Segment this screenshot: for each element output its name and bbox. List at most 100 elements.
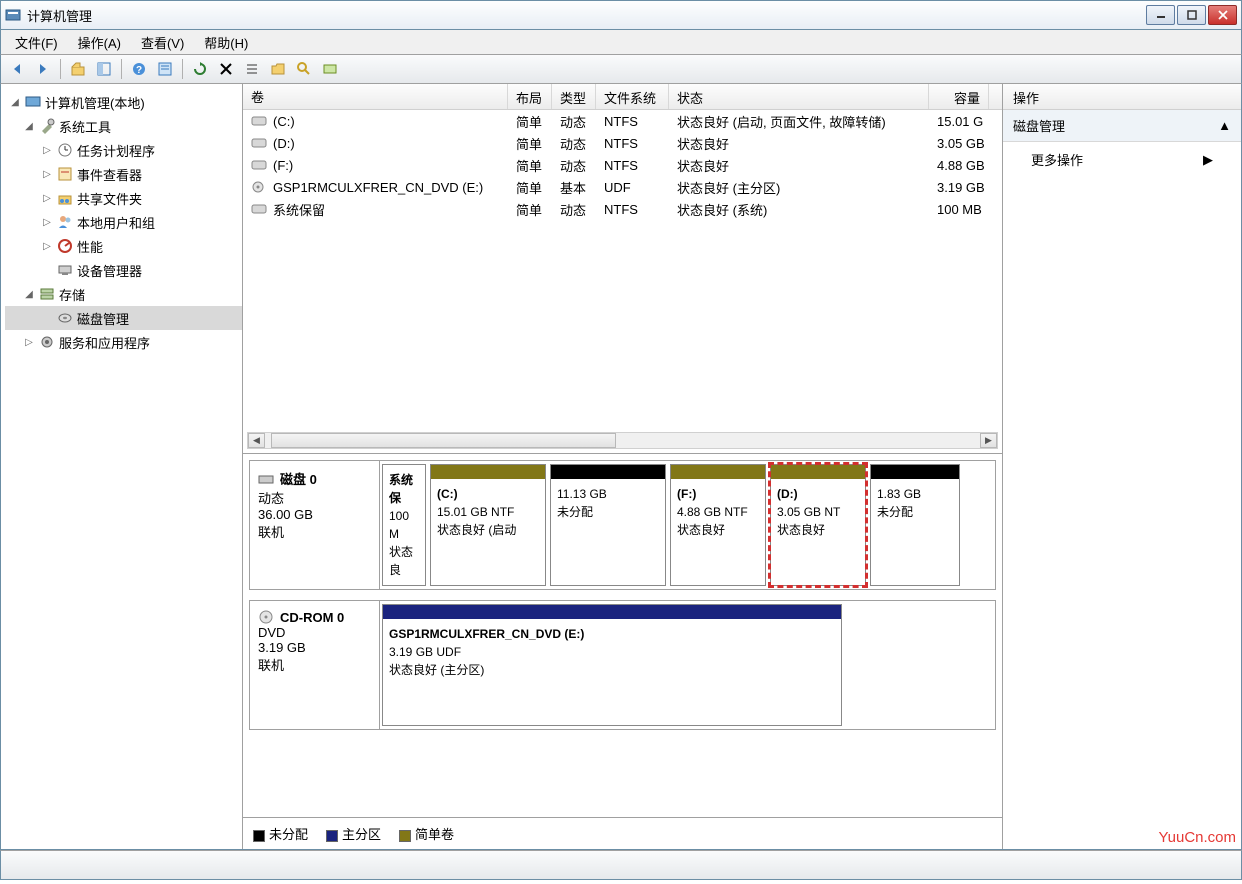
cdrom-0[interactable]: CD-ROM 0 DVD 3.19 GB 联机 GSP1RMCULXFRER_C… (249, 600, 996, 730)
horizontal-scrollbar[interactable]: ◀ ▶ (247, 432, 998, 449)
volume-row[interactable]: (D:)简单动态NTFS状态良好3.05 GB (243, 132, 1002, 154)
up-button[interactable] (66, 57, 90, 81)
expand-icon[interactable]: ▷ (41, 193, 53, 204)
partition[interactable]: 11.13 GB未分配 (550, 464, 666, 586)
scroll-left-arrow[interactable]: ◀ (248, 433, 265, 448)
disk-header: CD-ROM 0 DVD 3.19 GB 联机 (250, 601, 380, 729)
tree-label: 共享文件夹 (77, 189, 142, 208)
tree-event-viewer[interactable]: ▷事件查看器 (5, 162, 242, 186)
expand-icon[interactable]: ▷ (41, 217, 53, 228)
tree-disk-management[interactable]: 磁盘管理 (5, 306, 242, 330)
disk-state: 联机 (258, 522, 371, 541)
open-button[interactable] (266, 57, 290, 81)
volume-name: GSP1RMCULXFRER_CN_DVD (E:) (273, 180, 483, 195)
volume-row[interactable]: GSP1RMCULXFRER_CN_DVD (E:)简单基本UDF状态良好 (主… (243, 176, 1002, 198)
forward-button[interactable] (31, 57, 55, 81)
close-button[interactable] (1208, 5, 1237, 25)
disk-kind: DVD (258, 625, 371, 640)
menu-action[interactable]: 操作(A) (70, 31, 129, 54)
volume-status: 状态良好 (启动, 页面文件, 故障转储) (669, 110, 929, 133)
partition[interactable]: 系统保100 M状态良 (382, 464, 426, 586)
partition-e[interactable]: GSP1RMCULXFRER_CN_DVD (E:) 3.19 GB UDF 状… (382, 604, 842, 726)
properties-button[interactable] (153, 57, 177, 81)
partition[interactable]: (D:)3.05 GB NT状态良好 (770, 464, 866, 586)
tree-root[interactable]: ◢计算机管理(本地) (5, 90, 242, 114)
partition-label: 系统保 (389, 471, 419, 507)
col-status[interactable]: 状态 (669, 84, 929, 109)
menu-view[interactable]: 查看(V) (133, 31, 192, 54)
volume-row[interactable]: (F:)简单动态NTFS状态良好4.88 GB (243, 154, 1002, 176)
tree-storage[interactable]: ◢存储 (5, 282, 242, 306)
volume-capacity: 4.88 GB (929, 156, 989, 175)
partition[interactable]: (F:)4.88 GB NTF状态良好 (670, 464, 766, 586)
expand-icon[interactable]: ▷ (41, 145, 53, 156)
volume-fs: NTFS (596, 134, 669, 153)
tree-label: 服务和应用程序 (59, 333, 150, 352)
col-volume[interactable]: 卷 (243, 84, 508, 109)
options-button[interactable] (318, 57, 342, 81)
actions-pane: 操作 磁盘管理▲ 更多操作▶ (1003, 84, 1241, 849)
partition-status: 状态良 (389, 543, 419, 579)
tools-icon (39, 118, 55, 134)
volume-row[interactable]: 系统保留简单动态NTFS状态良好 (系统)100 MB (243, 198, 1002, 220)
disk-header: 磁盘 0 动态 36.00 GB 联机 (250, 461, 380, 589)
partition-stripe (671, 465, 765, 479)
tree-services-apps[interactable]: ▷ 服务和应用程序 (5, 330, 242, 354)
actions-section[interactable]: 磁盘管理▲ (1003, 110, 1241, 142)
disk-kind: 动态 (258, 488, 371, 507)
collapse-icon[interactable]: ▲ (1218, 118, 1231, 133)
col-capacity[interactable]: 容量 (929, 84, 989, 109)
volume-status: 状态良好 (系统) (669, 198, 929, 221)
tree-device-manager[interactable]: 设备管理器 (5, 258, 242, 282)
volume-fs: UDF (596, 178, 669, 197)
computer-icon (25, 94, 41, 110)
main-area: ◢计算机管理(本地) ◢系统工具 ▷任务计划程序 ▷事件查看器 ▷ 共享文件夹 ▷… (0, 84, 1242, 850)
volume-row[interactable]: (C:)简单动态NTFS状态良好 (启动, 页面文件, 故障转储)15.01 G (243, 110, 1002, 132)
expand-icon[interactable]: ▷ (23, 337, 35, 348)
col-type[interactable]: 类型 (552, 84, 596, 109)
expand-icon[interactable]: ◢ (23, 121, 35, 132)
partition-stripe (551, 465, 665, 479)
col-layout[interactable]: 布局 (508, 84, 552, 109)
scroll-thumb[interactable] (271, 433, 616, 448)
actions-more[interactable]: 更多操作▶ (1003, 142, 1241, 177)
expand-icon[interactable]: ◢ (23, 289, 35, 300)
tree-performance[interactable]: ▷性能 (5, 234, 242, 258)
partition-stripe (771, 465, 865, 479)
scroll-right-arrow[interactable]: ▶ (980, 433, 997, 448)
separator (121, 59, 122, 79)
legend-simple: 简单卷 (399, 824, 454, 843)
menu-help[interactable]: 帮助(H) (196, 31, 256, 54)
event-icon (57, 166, 73, 182)
disk-partitions: GSP1RMCULXFRER_CN_DVD (E:) 3.19 GB UDF 状… (380, 601, 995, 729)
expand-icon[interactable]: ◢ (9, 97, 21, 108)
partition-size: 3.19 GB UDF (389, 643, 835, 661)
tree-task-scheduler[interactable]: ▷任务计划程序 (5, 138, 242, 162)
disk-name: 磁盘 0 (280, 469, 317, 488)
refresh-button[interactable] (188, 57, 212, 81)
swatch-black (253, 830, 265, 842)
tree-local-users[interactable]: ▷本地用户和组 (5, 210, 242, 234)
column-headers: 卷 布局 类型 文件系统 状态 容量 (243, 84, 1002, 110)
list-button[interactable] (240, 57, 264, 81)
expand-icon[interactable]: ▷ (41, 241, 53, 252)
chevron-right-icon: ▶ (1203, 152, 1213, 168)
back-button[interactable] (5, 57, 29, 81)
partition-size: 4.88 GB NTF (677, 503, 759, 521)
minimize-button[interactable] (1146, 5, 1175, 25)
find-button[interactable] (292, 57, 316, 81)
help-button[interactable]: ? (127, 57, 151, 81)
disk-state: 联机 (258, 655, 371, 674)
partition[interactable]: (C:)15.01 GB NTF状态良好 (启动 (430, 464, 546, 586)
tree-system-tools[interactable]: ◢系统工具 (5, 114, 242, 138)
partition[interactable]: 1.83 GB未分配 (870, 464, 960, 586)
show-hide-button[interactable] (92, 57, 116, 81)
tree-shared-folders[interactable]: ▷ 共享文件夹 (5, 186, 242, 210)
delete-button[interactable] (214, 57, 238, 81)
maximize-button[interactable] (1177, 5, 1206, 25)
col-filesystem[interactable]: 文件系统 (596, 84, 669, 109)
expand-icon[interactable]: ▷ (41, 169, 53, 180)
menu-file[interactable]: 文件(F) (7, 31, 66, 54)
menubar: 文件(F) 操作(A) 查看(V) 帮助(H) (0, 30, 1242, 54)
disk-0[interactable]: 磁盘 0 动态 36.00 GB 联机 系统保100 M状态良(C:)15.01… (249, 460, 996, 590)
